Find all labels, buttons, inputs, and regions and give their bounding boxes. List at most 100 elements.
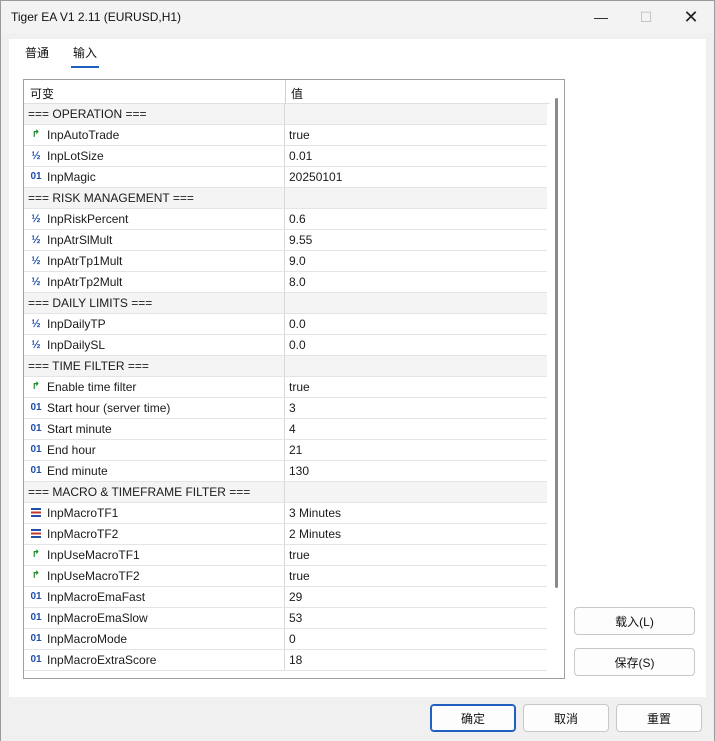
parameter-row[interactable]: ½ InpLotSize 0.01 [24, 146, 547, 167]
parameter-value[interactable]: 0.0 [286, 314, 547, 334]
grid-rows: === OPERATION === ↱ InpAutoTrade true ½ InpLo… [24, 104, 547, 671]
parameter-row[interactable]: 01 InpMagic 20250101 [24, 167, 547, 188]
parameter-value[interactable]: true [286, 377, 547, 397]
parameter-name-cell: === OPERATION === [24, 104, 285, 124]
scrollbar-thumb[interactable] [555, 98, 558, 588]
integer-icon: 01 [30, 633, 42, 644]
parameter-row[interactable]: 01 InpMacroExtraScore 18 [24, 650, 547, 671]
parameter-value[interactable]: true [286, 125, 547, 145]
parameter-name: InpDailyTP [47, 317, 106, 331]
column-header-variable[interactable]: 可变 [30, 85, 54, 102]
parameter-name-cell: 01 Start hour (server time) [24, 398, 285, 418]
parameter-row[interactable]: 01 InpMacroEmaSlow 53 [24, 608, 547, 629]
close-button[interactable]: ✕ [668, 1, 714, 33]
parameter-name-cell: 01 End minute [24, 461, 285, 481]
parameter-row[interactable]: 01 Start minute 4 [24, 419, 547, 440]
parameter-value[interactable]: 2 Minutes [286, 524, 547, 544]
parameter-row[interactable]: 01 End minute 130 [24, 461, 547, 482]
parameter-name: InpAtrTp1Mult [47, 254, 123, 268]
cancel-button[interactable]: 取消 [523, 704, 609, 732]
parameter-row[interactable]: InpMacroTF2 2 Minutes [24, 524, 547, 545]
section-header-row[interactable]: === MACRO & TIMEFRAME FILTER === [24, 482, 547, 503]
parameter-name: InpAtrTp2Mult [47, 275, 123, 289]
parameter-name-cell: ↱ InpUseMacroTF2 [24, 566, 285, 586]
parameter-name-cell: 01 InpMacroEmaFast [24, 587, 285, 607]
dialog-footer: 确定 取消 重置 [1, 697, 714, 741]
parameter-row[interactable]: 01 InpMacroMode 0 [24, 629, 547, 650]
parameter-row[interactable]: 01 End hour 21 [24, 440, 547, 461]
title-bar[interactable]: Tiger EA V1 2.11 (EURUSD,H1) — ☐ ✕ [1, 1, 714, 33]
parameter-name: InpRiskPercent [47, 212, 129, 226]
parameter-name-cell: ½ InpLotSize [24, 146, 285, 166]
ok-button[interactable]: 确定 [430, 704, 516, 732]
parameter-name-cell: ½ InpRiskPercent [24, 209, 285, 229]
parameter-row[interactable]: 01 InpMacroEmaFast 29 [24, 587, 547, 608]
parameter-name-cell: 01 InpMacroExtraScore [24, 650, 285, 670]
parameter-name-cell: 01 InpMacroMode [24, 629, 285, 649]
integer-icon: 01 [30, 423, 42, 434]
parameter-name-cell: 01 InpMagic [24, 167, 285, 187]
integer-icon: 01 [30, 654, 42, 665]
maximize-icon: ☐ [639, 8, 653, 25]
column-header-value[interactable]: 值 [291, 85, 303, 102]
parameter-row[interactable]: InpMacroTF1 3 Minutes [24, 503, 547, 524]
bool-arrow-icon: ↱ [31, 549, 41, 560]
parameter-name: InpAtrSlMult [47, 233, 113, 247]
section-header-row[interactable]: === DAILY LIMITS === [24, 293, 547, 314]
section-header-row[interactable]: === TIME FILTER === [24, 356, 547, 377]
parameter-name-cell: === MACRO & TIMEFRAME FILTER === [24, 482, 285, 502]
parameter-value[interactable]: 0.0 [286, 335, 547, 355]
vertical-scrollbar[interactable] [550, 80, 564, 678]
minimize-button[interactable]: — [578, 1, 624, 33]
parameter-row[interactable]: ½ InpRiskPercent 0.6 [24, 209, 547, 230]
parameter-value[interactable]: true [286, 545, 547, 565]
parameter-row[interactable]: ↱ InpAutoTrade true [24, 125, 547, 146]
parameter-value[interactable]: 8.0 [286, 272, 547, 292]
load-button[interactable]: 载入(L) [574, 607, 695, 635]
section-title: === MACRO & TIMEFRAME FILTER === [28, 485, 251, 499]
parameter-row[interactable]: ↱ Enable time filter true [24, 377, 547, 398]
parameter-value[interactable]: 29 [286, 587, 547, 607]
parameter-value[interactable]: 4 [286, 419, 547, 439]
minimize-icon: — [594, 9, 608, 25]
section-header-row[interactable]: === RISK MANAGEMENT === [24, 188, 547, 209]
parameter-value[interactable]: 53 [286, 608, 547, 628]
parameter-value[interactable]: 9.0 [286, 251, 547, 271]
parameter-name: Start hour (server time) [47, 401, 171, 415]
parameter-row[interactable]: ½ InpAtrTp1Mult 9.0 [24, 251, 547, 272]
parameter-row[interactable]: ½ InpAtrSlMult 9.55 [24, 230, 547, 251]
column-divider[interactable] [285, 80, 286, 104]
fraction-icon: ½ [31, 318, 41, 330]
parameter-value[interactable]: 20250101 [286, 167, 547, 187]
parameter-value[interactable]: 21 [286, 440, 547, 460]
parameter-name-cell: ↱ Enable time filter [24, 377, 285, 397]
parameter-row[interactable]: 01 Start hour (server time) 3 [24, 398, 547, 419]
parameter-row[interactable]: ↱ InpUseMacroTF2 true [24, 566, 547, 587]
reset-button[interactable]: 重置 [616, 704, 702, 732]
parameter-row[interactable]: ½ InpDailyTP 0.0 [24, 314, 547, 335]
parameter-name: Enable time filter [47, 380, 137, 394]
parameter-row[interactable]: ½ InpAtrTp2Mult 8.0 [24, 272, 547, 293]
maximize-button: ☐ [623, 1, 669, 33]
parameter-value[interactable]: 0.01 [286, 146, 547, 166]
parameter-value[interactable]: 0 [286, 629, 547, 649]
parameter-value[interactable]: 3 [286, 398, 547, 418]
section-title: === DAILY LIMITS === [28, 296, 153, 310]
parameter-value[interactable]: 0.6 [286, 209, 547, 229]
parameter-name-cell: 01 InpMacroEmaSlow [24, 608, 285, 628]
dialog-window: Tiger EA V1 2.11 (EURUSD,H1) — ☐ ✕ 普通 输入… [0, 0, 715, 741]
bool-arrow-icon: ↱ [31, 381, 41, 392]
parameter-row[interactable]: ↱ InpUseMacroTF1 true [24, 545, 547, 566]
parameter-name: Start minute [47, 422, 112, 436]
parameter-value[interactable]: 9.55 [286, 230, 547, 250]
parameter-value[interactable]: true [286, 566, 547, 586]
parameter-value[interactable]: 18 [286, 650, 547, 670]
tab-common[interactable]: 普通 [23, 44, 51, 66]
tab-inputs[interactable]: 输入 [71, 44, 100, 68]
parameter-value[interactable]: 130 [286, 461, 547, 481]
parameter-row[interactable]: ½ InpDailySL 0.0 [24, 335, 547, 356]
section-header-row[interactable]: === OPERATION === [24, 104, 547, 125]
parameter-value[interactable]: 3 Minutes [286, 503, 547, 523]
save-button[interactable]: 保存(S) [574, 648, 695, 676]
parameter-name: InpMacroEmaFast [47, 590, 146, 604]
